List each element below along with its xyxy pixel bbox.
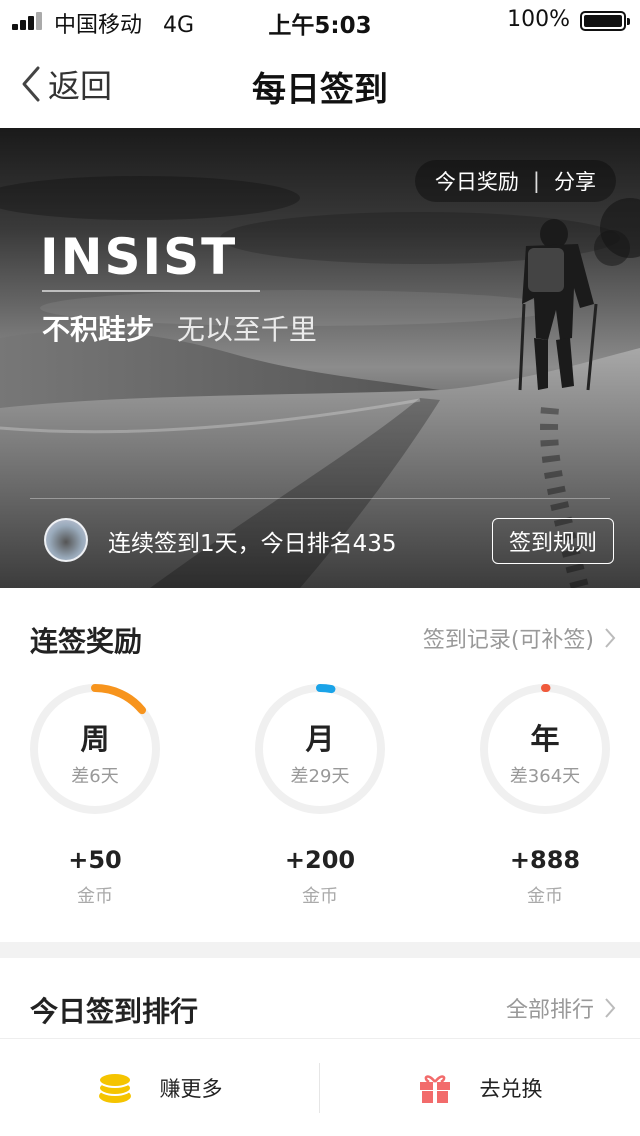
ring-days-left: 差29天 [290,766,350,787]
status-bar: 中国移动 4G 上午5:03 100% [0,0,640,40]
hero-slogan: 不积跬步 无以至千里 [42,308,317,348]
chevron-right-icon [605,628,616,648]
ring-label: 周 [80,722,110,756]
section-title: 今日签到排行 [30,995,199,1028]
ring-label: 月 [305,722,335,756]
section-title: 连签奖励 [30,625,143,658]
avatar[interactable] [44,518,88,562]
slogan-strong: 不积跬步 [42,313,155,346]
coin-stack-icon [97,1072,132,1103]
reward-year: +888 金币 [478,846,612,908]
earn-more-label: 赚更多 [159,1077,223,1101]
headline-underline [42,290,260,292]
hero-banner: 今日奖励 | 分享 INSIST 不积跬步 无以至千里 连续签到1天，今日排名4… [0,128,640,588]
reward-share-pill: 今日奖励 | 分享 [414,160,616,202]
hero-divider [30,498,610,499]
checkin-rules-button[interactable]: 签到规则 [492,518,614,564]
reward-month: +200 金币 [253,846,387,908]
reward-rings: 周 差6天 月 差29天 年 差364天 [0,682,640,822]
checkin-record-label: 签到记录(可补签) [422,628,594,653]
ring-days-left: 差6天 [71,766,119,787]
exchange-label: 去兑换 [479,1077,543,1101]
nav-bar: 返回 每日签到 [0,40,640,128]
ring-year[interactable]: 年 差364天 [478,682,612,816]
reward-amount: +50 [68,846,122,874]
share-link[interactable]: 分享 [554,166,596,196]
hero-headline: INSIST [40,228,238,286]
section-header: 连签奖励 签到记录(可补签) [30,618,616,658]
ring-week[interactable]: 周 差6天 [28,682,162,816]
all-ranking-link[interactable]: 全部排行 [506,992,616,1024]
reward-amount: +888 [509,846,581,874]
reward-unit: 金币 [77,886,113,907]
pill-divider: | [532,169,540,193]
page-title: 每日签到 [252,70,388,110]
earn-more-button[interactable]: 赚更多 [0,1039,320,1136]
chevron-right-icon [605,998,616,1018]
ring-month[interactable]: 月 差29天 [253,682,387,816]
today-reward-link[interactable]: 今日奖励 [435,166,519,196]
section-header: 今日签到排行 全部排行 [30,988,616,1028]
reward-unit: 金币 [527,886,563,907]
reward-amount: +200 [284,846,356,874]
reward-week: +50 金币 [28,846,162,908]
today-ranking-section: 今日签到排行 全部排行 [0,958,640,1048]
all-ranking-label: 全部排行 [505,998,594,1023]
bottom-action-bar: 赚更多 去兑换 [0,1038,640,1136]
slogan-light: 无以至千里 [176,313,317,346]
streak-status: 连续签到1天，今日排名435 [108,531,397,557]
ring-days-left: 差364天 [509,766,581,787]
gift-icon [419,1075,450,1103]
streak-rewards-section: 连签奖励 签到记录(可补签) 周 差6天 月 差29天 年 差364天 +50 … [0,588,640,942]
battery-percent: 100% [507,7,570,32]
reward-unit: 金币 [302,886,338,907]
checkin-record-link[interactable]: 签到记录(可补签) [423,622,616,654]
battery-icon [580,11,630,31]
ring-label: 年 [530,722,560,756]
exchange-button[interactable]: 去兑换 [320,1039,640,1136]
